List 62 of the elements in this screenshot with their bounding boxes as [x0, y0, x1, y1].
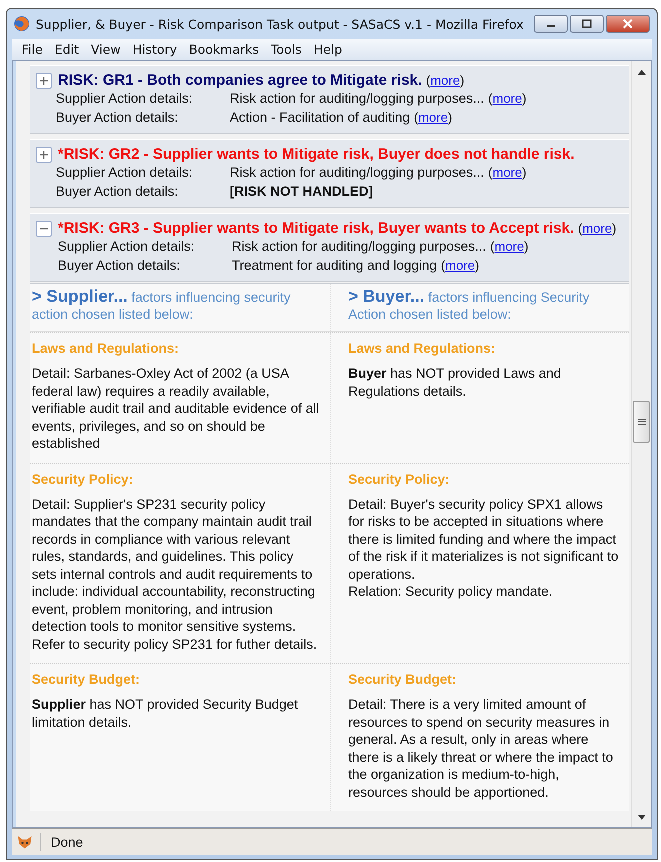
section-text: Detail: Sarbanes-Oxley Act of 2002 (a USA federal law) requires a readily available, verifiable audit trail and auditable evidence of all events, privileges, and so on should be established: [32, 365, 320, 452]
toggle-button[interactable]: [36, 220, 52, 236]
more-link[interactable]: (more): [488, 165, 527, 180]
detail-value: [RISK NOT HANDLED]: [230, 184, 374, 199]
section-text: Supplier has NOT provided Security Budget limitation details.: [32, 696, 300, 731]
close-button[interactable]: [606, 15, 650, 33]
menu-item[interactable]: Edit: [48, 42, 86, 57]
detail-value: Treatment for auditing and logging: [232, 258, 438, 273]
detail-value: Risk action for auditing/logging purposes...: [230, 91, 484, 106]
detail-label: Supplier Action details:: [56, 90, 194, 108]
scroll-down-icon[interactable]: [638, 815, 646, 821]
plus-icon: [38, 148, 50, 160]
plus-icon: [38, 74, 50, 86]
detail-label: Supplier Action details:: [58, 238, 196, 256]
menu-item[interactable]: Help: [308, 42, 348, 57]
section-text: Detail: Supplier's SP231 security policy mandates that the company maintain audit trail records in compliance with various relevant rules, standards, and guidelines. This policy sets internal controls and audit requirements to include: individual accountability, reconstructing event, problem monitoring, and intrusion detection tools to monitor sensitive systems. Refer to security policy SP231 for futher details.: [32, 496, 318, 653]
close-icon: [623, 19, 633, 29]
toggle-button[interactable]: [36, 72, 52, 88]
fox-icon: [16, 833, 41, 851]
more-link[interactable]: (more): [426, 73, 465, 88]
globe-fox-icon: [14, 16, 30, 32]
menu-item[interactable]: File: [16, 42, 49, 57]
section-text: Detail: Buyer's security policy SPX1 allows for risks to be accepted in situations where there is limited funding and where the impact of the risk if it materializes is not significant to operations. Relation: Security policy mandate.: [348, 496, 620, 600]
more-link[interactable]: (more): [578, 221, 617, 236]
section-heading: Laws and Regulations:: [32, 341, 180, 356]
minimize-button[interactable]: [534, 15, 568, 33]
section-heading: Security Budget:: [348, 672, 458, 687]
more-link[interactable]: (more): [414, 110, 452, 125]
column-header: > Buyer... factors influencing Security Action chosen listed below:: [348, 290, 590, 322]
scroll-up-icon[interactable]: [638, 69, 646, 75]
window-title: Supplier, & Buyer - Risk Comparison Task output - SASaCS v.1 - Mozilla Firefox: [36, 16, 525, 32]
detail-value: Action - Facilitation of auditing: [230, 110, 410, 125]
menu-item[interactable]: History: [126, 42, 184, 57]
section-heading: Security Policy:: [32, 472, 134, 486]
detail-value: Risk action for auditing/logging purposes...: [230, 165, 484, 180]
scrollbar-thumb[interactable]: [633, 401, 650, 443]
risk-title: *RISK: GR2 - Supplier wants to Mitigate risk, Buyer does not handle risk.: [58, 146, 575, 163]
risk-title: RISK: GR1 - Both companies agree to Mitigate risk.: [58, 72, 422, 89]
menu-item[interactable]: View: [85, 42, 127, 57]
scrollbar[interactable]: [631, 61, 651, 827]
detail-label: Buyer Action details:: [58, 257, 182, 275]
column-header: > Supplier... factors influencing security action chosen listed below:: [32, 290, 291, 322]
detail-label: Supplier Action details:: [56, 164, 194, 182]
more-link[interactable]: (more): [490, 239, 529, 254]
section-text: Buyer has NOT provided Laws and Regulations details.: [348, 365, 562, 400]
toggle-button[interactable]: [36, 146, 52, 162]
section-text: Detail: There is a very limited amount of resources to spend on security measures in general. As a result, only in areas where there is a likely threat or where the impact to the organization is medium-to-high, resources should be apportioned.: [348, 696, 614, 801]
section-heading: Security Budget:: [32, 672, 142, 687]
section-heading: Security Policy:: [348, 472, 451, 486]
menu-item[interactable]: Bookmarks: [183, 42, 266, 57]
detail-value: Risk action for auditing/logging purposes...: [232, 239, 486, 254]
maximize-button[interactable]: [570, 15, 604, 33]
detail-label: Buyer Action details:: [56, 109, 180, 127]
section-heading: Laws and Regulations:: [348, 341, 497, 356]
grip-icon: [638, 418, 646, 426]
risk-title: *RISK: GR3 - Supplier wants to Mitigate risk, Buyer wants to Accept risk.: [58, 220, 574, 237]
menu-item[interactable]: Tools: [265, 42, 308, 57]
more-link[interactable]: (more): [441, 258, 480, 273]
status-text: Done: [51, 834, 84, 850]
more-link[interactable]: (more): [488, 91, 527, 106]
maximize-icon: [582, 19, 592, 29]
detail-label: Buyer Action details:: [56, 183, 180, 201]
